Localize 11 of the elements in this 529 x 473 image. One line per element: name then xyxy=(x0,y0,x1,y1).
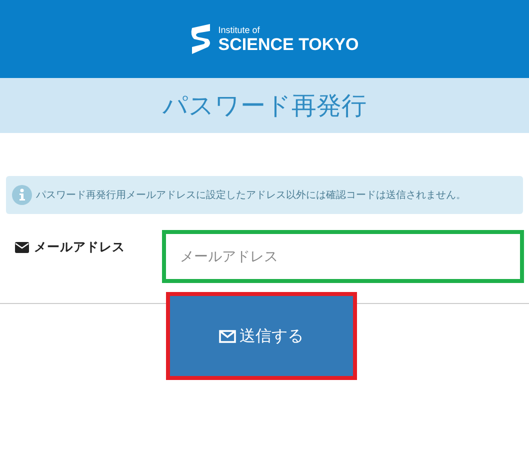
logo-icon xyxy=(190,23,212,55)
envelope-icon xyxy=(218,330,236,342)
info-text: パスワード再発行用メールアドレスに設定したアドレス以外には確認コードは送信されません。 xyxy=(36,188,466,202)
email-input[interactable]: メールアドレス xyxy=(162,230,524,283)
logo-subtitle: Institute of xyxy=(218,24,261,34)
email-label: メールアドレス xyxy=(34,239,125,256)
page-title: パスワード再発行 xyxy=(162,90,366,122)
logo-title: SCIENCE TOKYO xyxy=(218,34,359,54)
info-icon xyxy=(12,185,32,205)
envelope-icon xyxy=(15,242,29,253)
send-button[interactable]: 送信する xyxy=(166,292,356,380)
